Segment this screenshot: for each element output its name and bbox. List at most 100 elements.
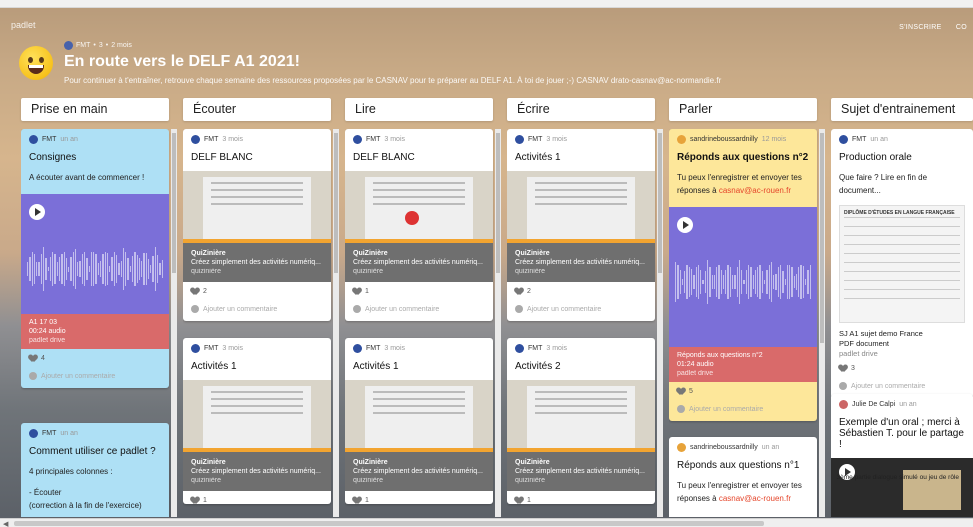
post-time: 3 mois [384, 136, 406, 143]
post-card[interactable]: FMT 3 mois DELF BLANC QuiZinière Créez s… [183, 129, 331, 321]
heart-icon[interactable] [515, 497, 523, 504]
post-card[interactable]: FMT un an Comment utiliser ce padlet ? 4… [21, 423, 169, 517]
post-card[interactable]: FMT 3 mois Activités 1 QuiZinière Créez … [183, 338, 331, 504]
column-prise-en-main[interactable]: FMT un an Consignes A écouter avant de c… [21, 129, 181, 517]
heart-icon[interactable] [191, 497, 199, 504]
heart-icon[interactable] [191, 288, 199, 295]
waveform-bar [81, 253, 84, 285]
link-preview[interactable]: QuiZinière Créez simplement des activité… [507, 243, 655, 282]
add-comment[interactable]: Ajouter un commentaire [507, 295, 655, 321]
signup-link[interactable]: S'INSCRIRE [899, 24, 941, 31]
add-comment[interactable]: Ajouter un commentaire [183, 295, 331, 321]
post-card[interactable]: FMT 3 mois Activités 1 QuiZinière Créez … [345, 338, 493, 504]
heart-icon[interactable] [29, 355, 37, 362]
post-card[interactable]: FMT 3 mois Activités 2 QuiZinière Créez … [507, 338, 655, 504]
waveform-bar [732, 274, 734, 290]
audio-attachment[interactable] [21, 194, 169, 314]
likes[interactable]: 1 [345, 282, 493, 295]
post-card[interactable]: Julie De Calpi un an Exemple d'un oral ;… [831, 394, 973, 517]
heart-icon[interactable] [515, 288, 523, 295]
column-scrollbar[interactable] [657, 129, 663, 517]
column-scrollbar[interactable] [333, 129, 339, 517]
likes[interactable]: 2 [507, 282, 655, 295]
post-card[interactable]: FMT 3 mois DELF BLANC QuiZinière Créez s… [345, 129, 493, 321]
likes[interactable]: 2 [183, 282, 331, 295]
post-meta: FMT 3 mois [183, 129, 331, 144]
link-preview-image[interactable] [507, 380, 655, 452]
likes[interactable]: 1 [345, 491, 493, 504]
waveform-bar [748, 265, 750, 299]
waveform-bar [754, 269, 757, 295]
email-link[interactable]: casnav@ac-rouen.fr [719, 494, 791, 503]
link-preview-image[interactable] [345, 380, 493, 452]
heart-icon[interactable] [839, 365, 847, 372]
post-card[interactable]: FMT un an Consignes A écouter avant de c… [21, 129, 169, 388]
column-header-parler: Parler [669, 98, 817, 121]
waveform-bar [779, 265, 782, 299]
add-comment[interactable]: Ajouter un commentaire [345, 295, 493, 321]
pdf-meta[interactable]: SJ A1 sujet demo France PDF document pad… [831, 323, 973, 359]
horizontal-scrollbar[interactable]: ◀ [0, 518, 973, 527]
link-preview-image[interactable] [507, 171, 655, 243]
scroll-thumb[interactable] [14, 521, 764, 526]
column-scrollbar[interactable] [819, 129, 825, 517]
meta-time: 2 mois [111, 42, 132, 49]
heart-icon[interactable] [353, 497, 361, 504]
add-comment[interactable]: Ajouter un commentaire [21, 362, 169, 388]
heart-icon[interactable] [677, 388, 685, 395]
column-scrollbar[interactable] [495, 129, 501, 517]
add-comment[interactable]: Ajouter un commentaire [669, 395, 817, 421]
post-card[interactable]: FMT 3 mois Activités 1 QuiZinière Créez … [507, 129, 655, 321]
video-attachment[interactable]: 3ème partie dialogue simulé ou jeu de rô… [831, 458, 973, 517]
play-icon[interactable] [677, 217, 693, 233]
column-ecouter[interactable]: FMT 3 mois DELF BLANC QuiZinière Créez s… [183, 129, 343, 517]
heart-icon[interactable] [353, 288, 361, 295]
column-parler[interactable]: sandrineboussardnilly 12 mois Réponds au… [669, 129, 829, 517]
waveform-bar [704, 270, 706, 294]
waveform-bar [775, 274, 777, 290]
post-card[interactable]: FMT un an Production orale Que faire ? L… [831, 129, 973, 398]
column-sujet[interactable]: FMT un an Production orale Que faire ? L… [831, 129, 973, 517]
likes[interactable]: 4 [21, 349, 169, 362]
column-scrollbar[interactable] [171, 129, 177, 517]
post-time: 3 mois [546, 345, 568, 352]
post-time: un an [60, 430, 78, 437]
padlet-brand[interactable]: padlet [11, 20, 36, 30]
link-preview[interactable]: QuiZinière Créez simplement des activité… [345, 452, 493, 491]
email-link[interactable]: casnav@ac-rouen.fr [719, 186, 791, 195]
waveform-bar [79, 261, 81, 277]
post-card[interactable]: sandrineboussardnilly 12 mois Réponds au… [669, 129, 817, 421]
avatar-icon [515, 135, 524, 144]
link-preview[interactable]: QuiZinière Créez simplement des activité… [345, 243, 493, 282]
pdf-type: PDF document [839, 339, 890, 348]
link-preview-image[interactable] [183, 171, 331, 243]
link-preview[interactable]: QuiZinière Créez simplement des activité… [507, 452, 655, 491]
link-preview-image[interactable] [345, 171, 493, 243]
connect-link[interactable]: CO [956, 24, 967, 31]
audio-caption[interactable]: Réponds aux questions n°2 01:24 audio pa… [669, 347, 817, 382]
waveform-bar [143, 253, 145, 285]
column-lire[interactable]: FMT 3 mois DELF BLANC QuiZinière Créez s… [345, 129, 505, 517]
likes[interactable]: 1 [183, 491, 331, 504]
scroll-left-arrow-icon[interactable]: ◀ [3, 520, 8, 527]
post-card[interactable]: sandrineboussardnilly un an Réponds aux … [669, 437, 817, 517]
audio-caption[interactable]: A1 17 03 00:24 audio padlet drive [21, 314, 169, 349]
waveform-bar [675, 262, 677, 302]
post-title: Activités 1 [353, 361, 399, 372]
post-time: 12 mois [761, 136, 787, 143]
link-preview-image[interactable] [183, 380, 331, 452]
column-ecrire[interactable]: FMT 3 mois Activités 1 QuiZinière Créez … [507, 129, 667, 517]
audio-attachment[interactable] [669, 207, 817, 347]
pdf-preview[interactable]: DIPLÔME D'ÉTUDES EN LANGUE FRANÇAISE [839, 205, 965, 323]
waveform-bar [757, 266, 759, 298]
waveform-bar [42, 247, 45, 291]
link-preview[interactable]: QuiZinière Créez simplement des activité… [183, 243, 331, 282]
likes[interactable]: 5 [669, 382, 817, 395]
likes[interactable]: 3 [831, 359, 973, 372]
link-title: QuiZinière [191, 459, 226, 466]
waveform [675, 257, 811, 307]
play-icon[interactable] [29, 204, 45, 220]
avatar-icon [515, 344, 524, 353]
link-preview[interactable]: QuiZinière Créez simplement des activité… [183, 452, 331, 491]
likes[interactable]: 1 [507, 491, 655, 504]
